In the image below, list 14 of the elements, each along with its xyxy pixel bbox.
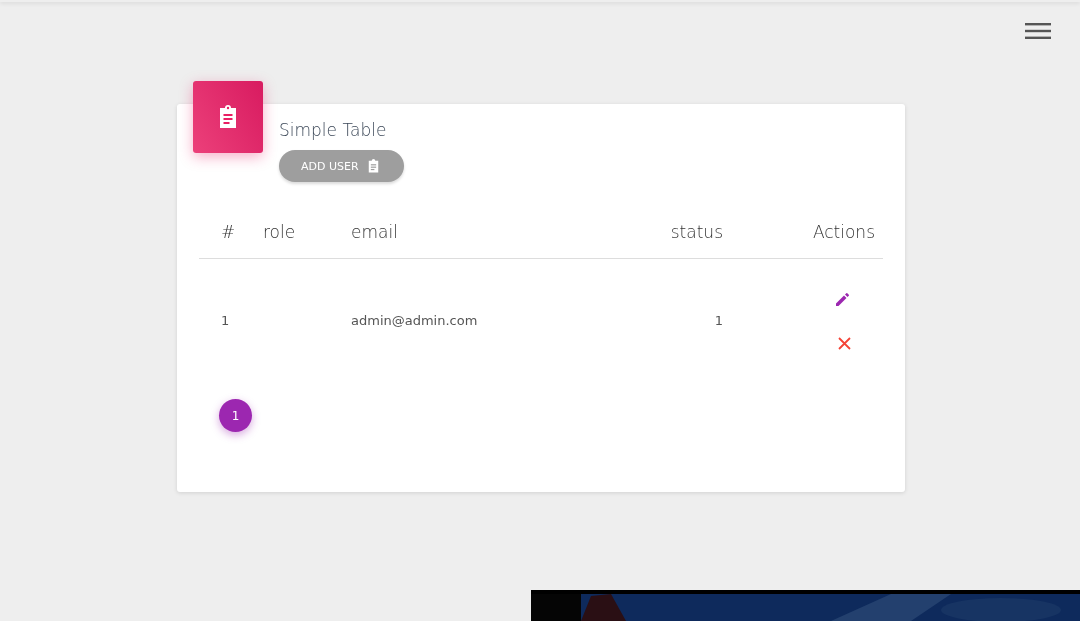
table-cell: 1: [221, 312, 230, 328]
column-header: #: [221, 222, 236, 242]
edit-icon[interactable]: [835, 290, 851, 307]
clipboard-icon: [366, 158, 380, 174]
table-cell: 1: [714, 312, 723, 328]
card-title: Simple Table: [279, 120, 388, 140]
column-header: Actions: [812, 222, 875, 242]
column-header: role: [263, 222, 296, 242]
page-button[interactable]: 1: [219, 399, 252, 432]
table-cell: admin@admin.com: [351, 312, 478, 328]
column-header: status: [670, 222, 723, 242]
column-header: email: [351, 222, 398, 242]
menu-icon[interactable]: [1025, 22, 1051, 40]
close-icon[interactable]: [838, 336, 851, 350]
